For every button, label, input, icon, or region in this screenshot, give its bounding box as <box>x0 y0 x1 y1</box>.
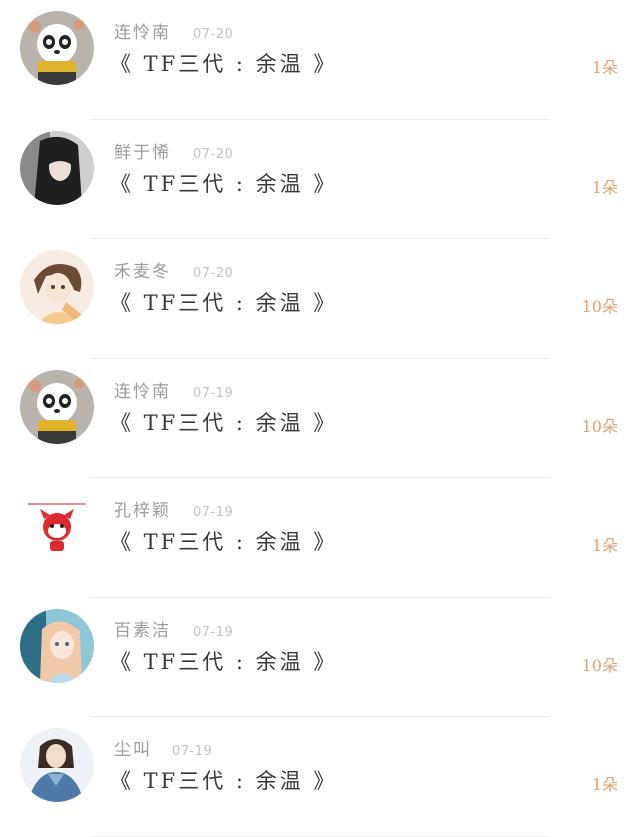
item-date: 07-19 <box>193 624 234 640</box>
panda-avatar-icon[interactable] <box>20 369 94 444</box>
dark-hair-girl-avatar-icon[interactable] <box>20 130 94 205</box>
user-name[interactable]: 鲜于悕 <box>114 138 171 163</box>
list-item[interactable]: 连怜南 07-19 《 TF三代 : 余温 》 10朵 <box>0 359 640 478</box>
blue-anime-girl-avatar-icon[interactable] <box>20 608 94 683</box>
gift-list: 连怜南 07-20 《 TF三代 : 余温 》 1朵 鲜于悕 07-20 《 T… <box>0 0 640 837</box>
flower-count: 10朵 <box>581 655 618 675</box>
item-meta: 连怜南 07-20 <box>114 18 233 43</box>
flower-count: 10朵 <box>581 297 618 316</box>
divider <box>90 835 550 837</box>
item-date: 07-20 <box>193 27 234 42</box>
flower-count: 1朵 <box>591 536 618 555</box>
user-name[interactable]: 连怜南 <box>114 18 171 43</box>
item-date: 07-20 <box>193 146 234 162</box>
book-title[interactable]: 《 TF三代 : 余温 》 <box>110 646 337 676</box>
list-item[interactable]: 鲜于悕 07-20 《 TF三代 : 余温 》 1朵 <box>0 120 640 239</box>
book-title[interactable]: 《 TF三代 : 余温 》 <box>110 526 337 556</box>
user-name[interactable]: 连怜南 <box>114 377 171 402</box>
flower-count: 10朵 <box>581 416 618 436</box>
book-title[interactable]: 《 TF三代 : 余温 》 <box>110 168 337 198</box>
list-item[interactable]: 百素洁 07-19 《 TF三代 : 余温 》 10朵 <box>0 598 640 717</box>
user-name[interactable]: 孔梓颖 <box>114 496 171 521</box>
flower-count: 1朵 <box>591 58 618 77</box>
book-title[interactable]: 《 TF三代 : 余温 》 <box>110 407 337 437</box>
item-date: 07-19 <box>193 385 234 401</box>
book-title[interactable]: 《 TF三代 : 余温 》 <box>110 48 337 78</box>
panda-avatar-icon[interactable] <box>20 11 94 85</box>
denim-girl-avatar-icon[interactable] <box>20 728 94 802</box>
item-meta: 鲜于悕 07-20 <box>114 138 233 163</box>
item-meta: 尘叫 07-19 <box>114 735 212 760</box>
list-item[interactable]: 连怜南 07-20 《 TF三代 : 余温 》 1朵 <box>0 0 640 120</box>
list-item[interactable]: 尘叫 07-19 《 TF三代 : 余温 》 1朵 <box>0 717 640 837</box>
item-date: 07-20 <box>193 266 234 281</box>
item-date: 07-19 <box>172 744 213 759</box>
flower-count: 1朵 <box>591 775 618 794</box>
anime-girl-avatar-icon[interactable] <box>20 250 94 324</box>
flower-count: 1朵 <box>591 177 618 197</box>
list-item[interactable]: 孔梓颖 07-19 《 TF三代 : 余温 》 1朵 <box>0 478 640 598</box>
user-name[interactable]: 百素洁 <box>114 616 171 641</box>
book-title[interactable]: 《 TF三代 : 余温 》 <box>110 765 337 795</box>
user-name[interactable]: 尘叫 <box>114 735 152 760</box>
list-item[interactable]: 禾麦冬 07-20 《 TF三代 : 余温 》 10朵 <box>0 239 640 359</box>
book-title[interactable]: 《 TF三代 : 余温 》 <box>110 287 337 317</box>
item-meta: 孔梓颖 07-19 <box>114 496 233 521</box>
item-meta: 百素洁 07-19 <box>114 616 233 641</box>
red-fox-avatar-icon[interactable] <box>20 489 94 563</box>
item-meta: 连怜南 07-19 <box>114 377 233 402</box>
item-date: 07-19 <box>193 505 234 520</box>
item-meta: 禾麦冬 07-20 <box>114 257 233 282</box>
user-name[interactable]: 禾麦冬 <box>114 257 171 282</box>
